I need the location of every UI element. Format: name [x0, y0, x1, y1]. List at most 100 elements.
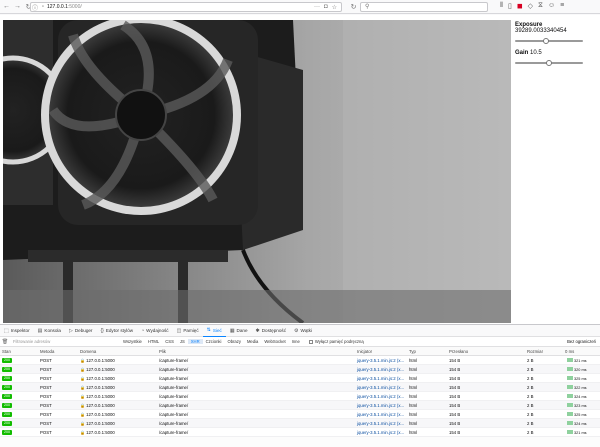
- request-row[interactable]: 200 POST 🔒 127.0.0.1:5000/capture-frame/jq…: [0, 410, 600, 419]
- column-header[interactable]: Metoda: [38, 349, 78, 354]
- filter-button-html[interactable]: HTML: [145, 339, 162, 344]
- request-row[interactable]: 200 POST 🔒 127.0.0.1:5000/capture-frame/jq…: [0, 419, 600, 428]
- status-cell: 200: [0, 366, 38, 372]
- disable-cache-checkbox[interactable]: Wyłącz pamięć podręczną: [308, 339, 364, 344]
- url-text: 127.0.0.1:5000/: [47, 4, 82, 10]
- page-content: Exposure 39289.0033340454 Gain 10.5: [0, 15, 600, 324]
- forward-icon[interactable]: →: [13, 2, 22, 11]
- filter-button-media[interactable]: Media: [244, 339, 261, 344]
- devtools-tab-icon: ⬚: [4, 327, 9, 334]
- file-cell-text: /capture-frame/: [159, 393, 189, 399]
- timing-cell: 324 ms: [563, 420, 600, 426]
- devtools-tab-1[interactable]: ▤ Konsola: [34, 325, 65, 337]
- filter-input[interactable]: Filtrowanie adresów: [10, 339, 120, 344]
- transferred-cell: 154 B: [447, 385, 525, 390]
- timing-text: 325 ms: [573, 412, 587, 417]
- pocket-icon[interactable]: ◘: [324, 4, 328, 11]
- mask-icon[interactable]: ⧖: [538, 2, 543, 10]
- transferred-cell: 154 B: [447, 394, 525, 399]
- gain-slider-thumb[interactable]: [546, 60, 552, 66]
- column-header[interactable]: Typ: [407, 349, 447, 354]
- devtools-tab-icon: ✱: [255, 327, 260, 334]
- file-cell-text: /capture-frame/: [159, 357, 189, 363]
- devtools-tab-6[interactable]: ⇅ Sieć: [202, 325, 226, 337]
- column-header[interactable]: Przesłano: [447, 349, 525, 354]
- devtools-tab-0[interactable]: ⬚ Inspektor: [0, 325, 34, 337]
- request-row[interactable]: 200 POST 🔒 127.0.0.1:5000/capture-frame/jq…: [0, 383, 600, 392]
- request-row[interactable]: 200 POST 🔒 127.0.0.1:5000/capture-frame/jq…: [0, 428, 600, 437]
- filter-button-obrazy[interactable]: Obrazy: [224, 339, 244, 344]
- domain-cell-text: 127.0.0.1:5000: [86, 402, 115, 408]
- trash-icon[interactable]: 🗑: [0, 339, 10, 345]
- column-header[interactable]: Stan: [0, 349, 38, 354]
- devtools-tab-5[interactable]: ◫ Pamięć: [173, 325, 203, 337]
- extension-icon[interactable]: ◼: [517, 2, 523, 10]
- size-cell-text: 2 B: [527, 375, 534, 381]
- request-row[interactable]: 200 POST 🔒 127.0.0.1:5000/capture-frame/jq…: [0, 392, 600, 401]
- browser-toolbar: ← → ↻ ⓘ ▫ 127.0.0.1:5000/ ··· ◘ ☆ ↻ ⚲ ⫴ …: [0, 0, 600, 14]
- menu-icon[interactable]: ≡: [560, 2, 564, 10]
- devtools-tab-8[interactable]: ✱ Dostępność: [252, 325, 290, 337]
- filter-button-xhr[interactable]: XHR: [187, 339, 203, 344]
- filter-button-js[interactable]: JS: [177, 339, 188, 344]
- page-actions-icon[interactable]: ···: [314, 4, 320, 11]
- timing-text: 321 ms: [573, 430, 587, 435]
- filter-button-css[interactable]: CSS: [162, 339, 177, 344]
- throttle-select[interactable]: Bez ograniczeń: [567, 339, 600, 344]
- file-cell-text: /capture-frame/: [159, 384, 189, 390]
- size-cell: 2 B: [525, 367, 563, 372]
- request-row[interactable]: 200 POST 🔒 127.0.0.1:5000/capture-frame/jq…: [0, 374, 600, 383]
- devtools-tab-9[interactable]: ⚙ Wątki: [290, 325, 316, 337]
- status-cell: 200: [0, 375, 38, 381]
- user-icon[interactable]: ☺: [548, 2, 555, 10]
- column-header[interactable]: Plik: [157, 349, 355, 354]
- devtools-tab-3[interactable]: {} Edytor stylów: [96, 325, 137, 337]
- status-cell-text: 200: [2, 376, 12, 381]
- status-cell: 200: [0, 384, 38, 390]
- gain-slider[interactable]: [515, 60, 583, 66]
- column-header[interactable]: 0 ms: [563, 349, 600, 354]
- info-icon[interactable]: ⓘ: [31, 3, 39, 12]
- devtools-tab-7[interactable]: ▦ Dane: [226, 325, 252, 337]
- domain-cell-text: 127.0.0.1:5000: [86, 384, 115, 390]
- method-cell: POST: [38, 430, 78, 435]
- type-cell: html: [407, 376, 447, 381]
- filter-button-wszystkie[interactable]: Wszystkie: [120, 339, 145, 344]
- column-header[interactable]: Rozmiar: [525, 349, 563, 354]
- exposure-slider[interactable]: [515, 38, 583, 44]
- status-cell-text: 200: [2, 403, 12, 408]
- devtools-tab-icon: ▷: [68, 327, 73, 334]
- status-cell-text: 200: [2, 430, 12, 435]
- refresh-icon[interactable]: ↻: [349, 2, 358, 11]
- addon-icon[interactable]: ◇: [528, 2, 533, 10]
- column-header[interactable]: Domena: [78, 349, 157, 354]
- back-icon[interactable]: ←: [2, 2, 11, 11]
- file-cell-text: /capture-frame/: [159, 429, 189, 435]
- type-cell-text: html: [409, 384, 418, 390]
- devtools-tab-4[interactable]: ◔ Wydajność: [137, 325, 172, 337]
- file-cell-text: /capture-frame/: [159, 366, 189, 372]
- request-row[interactable]: 200 POST 🔒 127.0.0.1:5000/capture-frame/jq…: [0, 401, 600, 410]
- library-icon[interactable]: ⫴: [500, 2, 503, 10]
- devtools-tab-label: Dane: [236, 328, 248, 333]
- sidebar-icon[interactable]: ▯: [508, 2, 512, 10]
- gain-label: Gain: [515, 50, 529, 56]
- bookmark-star-icon[interactable]: ☆: [332, 4, 337, 11]
- exposure-slider-thumb[interactable]: [542, 38, 549, 44]
- cause-cell: jquery-3.5.1.min.js:2 (x...: [355, 421, 407, 426]
- request-row[interactable]: 200 POST 🔒 127.0.0.1:5000/capture-frame/jq…: [0, 365, 600, 374]
- domain-cell-text: 127.0.0.1:5000: [86, 366, 115, 372]
- devtools-tab-2[interactable]: ▷ Debuger: [65, 325, 96, 337]
- cause-cell: jquery-3.5.1.min.js:2 (x...: [355, 394, 407, 399]
- filter-button-websocket[interactable]: WebSocket: [261, 339, 288, 344]
- column-header[interactable]: Inicjator: [355, 349, 407, 354]
- method-cell: POST: [38, 403, 78, 408]
- filter-button-czcionki[interactable]: Czcionki: [203, 339, 225, 344]
- devtools-tab-label: Sieć: [212, 327, 222, 333]
- file-cell: /capture-frame/: [157, 367, 355, 372]
- url-bar[interactable]: ⓘ ▫ 127.0.0.1:5000/ ··· ◘ ☆: [30, 2, 342, 12]
- search-bar[interactable]: ⚲: [360, 2, 488, 12]
- timing-text: 323 ms: [573, 403, 587, 408]
- filter-button-inne[interactable]: Inne: [289, 339, 303, 344]
- request-row[interactable]: 200 POST 🔒 127.0.0.1:5000/capture-frame/jq…: [0, 356, 600, 365]
